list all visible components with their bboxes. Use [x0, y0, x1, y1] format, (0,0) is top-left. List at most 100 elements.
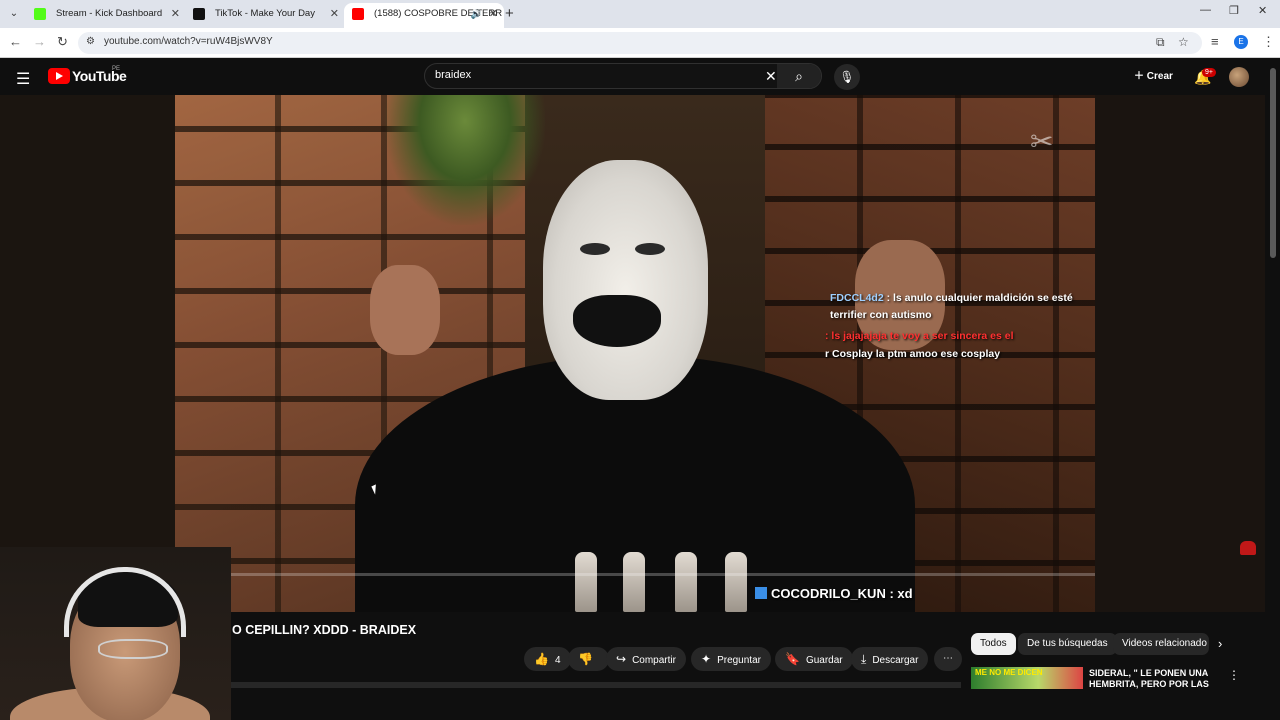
menu-icon[interactable]: ☰ — [16, 69, 30, 89]
profile-avatar[interactable]: E — [1234, 35, 1248, 49]
browser-tabstrip: ⌄ Stream - Kick Dashboard ✕ TikTok - Mak… — [0, 0, 1280, 28]
share-button[interactable]: ↪ Compartir — [606, 647, 686, 671]
youtube-header: ☰ YouTube PE ✕ ⌕ 🎙 ＋ Crear 🔔 9+ — [0, 58, 1280, 96]
chrome-menu-icon[interactable]: ⋮ — [1262, 34, 1275, 50]
reload-icon[interactable]: ↻ — [57, 34, 68, 50]
figurines — [575, 540, 765, 612]
face-mustache — [573, 295, 661, 347]
chat-user: COCODRILO_KUN — [771, 586, 886, 601]
chat-text: terrifier con autismo — [830, 309, 932, 321]
microphone-icon[interactable]: 🎙 — [834, 64, 860, 90]
figurine — [725, 552, 747, 612]
save-button[interactable]: 🔖 Guardar — [775, 647, 853, 671]
face-eye-left — [580, 243, 610, 255]
face-eye-right — [635, 243, 665, 255]
ask-button[interactable]: ✦ Preguntar — [691, 647, 771, 671]
chip-all[interactable]: Todos — [971, 633, 1016, 655]
site-info-icon[interactable]: ⚙ — [86, 36, 95, 47]
download-button[interactable]: ⤓ Descargar — [851, 647, 929, 671]
tab-search-icon[interactable]: ⌄ — [6, 6, 22, 22]
forward-icon[interactable]: → — [33, 34, 46, 49]
chat-badge-icon — [755, 587, 767, 599]
ask-label: Preguntar — [717, 655, 761, 666]
chat-text: : ls anulo cualquier maldición se esté — [886, 292, 1073, 304]
minimize-icon[interactable]: — — [1200, 4, 1211, 16]
thumbs-up-icon: 👍 — [534, 652, 549, 666]
chip-related[interactable]: Videos relacionado — [1113, 633, 1209, 655]
new-tab-button[interactable]: + — [505, 5, 514, 22]
reading-list-icon[interactable]: ≡ — [1211, 34, 1219, 49]
chat-line: FDCCL4d2 : ls anulo cualquier maldición … — [830, 292, 1073, 304]
youtube-play-icon — [48, 68, 70, 84]
figurine — [623, 552, 645, 612]
video-progress-bar[interactable] — [175, 573, 1095, 576]
chip-from-searches[interactable]: De tus búsquedas — [1018, 633, 1117, 655]
restore-icon[interactable]: ❐ — [1229, 4, 1239, 17]
more-actions-button[interactable]: ⋯ — [934, 647, 962, 671]
capcut-watermark-icon: ✂ — [1030, 126, 1054, 157]
bookmark-icon: 🔖 — [785, 652, 800, 666]
tab-close-icon[interactable]: ✕ — [489, 3, 498, 25]
clear-search-icon[interactable]: ✕ — [765, 68, 777, 85]
account-avatar[interactable] — [1229, 67, 1249, 87]
notification-badge: 9+ — [1202, 68, 1216, 77]
like-count: 4 — [554, 655, 561, 666]
streamer-mascot-icon — [1240, 541, 1256, 555]
headphones-icon — [64, 567, 186, 637]
video-player[interactable]: ✂ FDCCL4d2 : ls anulo cualquier maldició… — [175, 95, 1095, 612]
download-label: Descargar — [872, 655, 919, 666]
create-button[interactable]: ＋ Crear — [1124, 64, 1183, 90]
bookmark-star-icon[interactable]: ☆ — [1178, 35, 1189, 49]
plant-decoration — [385, 95, 545, 225]
tab-close-icon[interactable]: ✕ — [171, 3, 180, 25]
player-backdrop-right — [1095, 95, 1265, 612]
streamer-glasses — [98, 639, 168, 659]
chevron-right-icon[interactable]: › — [1218, 636, 1222, 651]
search-button[interactable]: ⌕ — [777, 64, 821, 88]
highlight-chat: COCODRILO_KUN : xd — [755, 586, 913, 601]
recommended-title[interactable]: SIDERAL, " LE PONEN UNA HEMBRITA, PERO P… — [1089, 668, 1211, 690]
chat-text: r Cosplay la ptm amoo ese cosplay — [825, 348, 1001, 360]
chat-user: FDCCL4d2 — [830, 292, 884, 304]
chat-line: : ls jajajajaja te voy a ser sincera es … — [825, 330, 1014, 342]
video-title: O CEPILLIN? XDDD - BRAIDEX — [232, 623, 417, 637]
search-box[interactable]: ✕ ⌕ — [424, 63, 822, 89]
webcam-overlay — [0, 547, 231, 720]
page-scrollbar[interactable] — [1270, 68, 1276, 258]
download-icon: ⤓ — [861, 652, 867, 666]
kick-favicon-icon — [34, 8, 46, 20]
tab-kick[interactable]: Stream - Kick Dashboard ✕ — [26, 3, 186, 28]
save-label: Guardar — [805, 655, 843, 666]
chat-line: terrifier con autismo — [830, 309, 932, 321]
install-app-icon[interactable]: ⧉ — [1156, 35, 1165, 50]
dislike-button[interactable]: 👎 — [568, 647, 609, 671]
like-button[interactable]: 👍 4 — [524, 647, 571, 671]
more-vert-icon[interactable]: ⋮ — [1228, 668, 1240, 682]
create-label: Crear — [1146, 71, 1173, 82]
tab-tiktok[interactable]: TikTok - Make Your Day ✕ — [185, 3, 345, 28]
share-icon: ↪ — [616, 652, 627, 666]
browser-toolbar: ← → ↻ ⚙ youtube.com/watch?v=ruW4BjsWV8Y … — [0, 28, 1280, 58]
back-icon[interactable]: ← — [9, 34, 22, 49]
url-text: youtube.com/watch?v=ruW4BjsWV8Y — [104, 36, 273, 47]
recommended-thumbnail[interactable]: ME NO ME DICEN — [971, 667, 1083, 689]
thumbnail-text: ME NO ME DICEN — [975, 668, 1043, 677]
search-input[interactable] — [435, 69, 755, 81]
address-bar[interactable]: ⚙ youtube.com/watch?v=ruW4BjsWV8Y ⧉ ☆ — [78, 32, 1202, 54]
sparkle-icon: ✦ — [701, 652, 712, 666]
person-face-paint — [543, 160, 708, 400]
tiktok-favicon-icon — [193, 8, 205, 20]
person-hand-left — [370, 265, 440, 355]
thumbs-down-icon: 👎 — [578, 652, 593, 666]
speaker-icon[interactable]: 🔊 — [471, 3, 482, 25]
description-box[interactable] — [231, 682, 961, 688]
region-code: PE — [112, 66, 121, 72]
close-window-icon[interactable]: ✕ — [1258, 4, 1267, 17]
chat-text: : xd — [889, 586, 913, 601]
player-backdrop-left — [0, 95, 175, 612]
tab-title: TikTok - Make Your Day — [215, 8, 315, 19]
tab-title: (1588) COSPOBRE DE TERR — [374, 8, 503, 19]
tab-title: Stream - Kick Dashboard — [56, 8, 163, 19]
tab-youtube[interactable]: (1588) COSPOBRE DE TERR 🔊 ✕ — [344, 3, 504, 28]
tab-close-icon[interactable]: ✕ — [330, 3, 339, 25]
